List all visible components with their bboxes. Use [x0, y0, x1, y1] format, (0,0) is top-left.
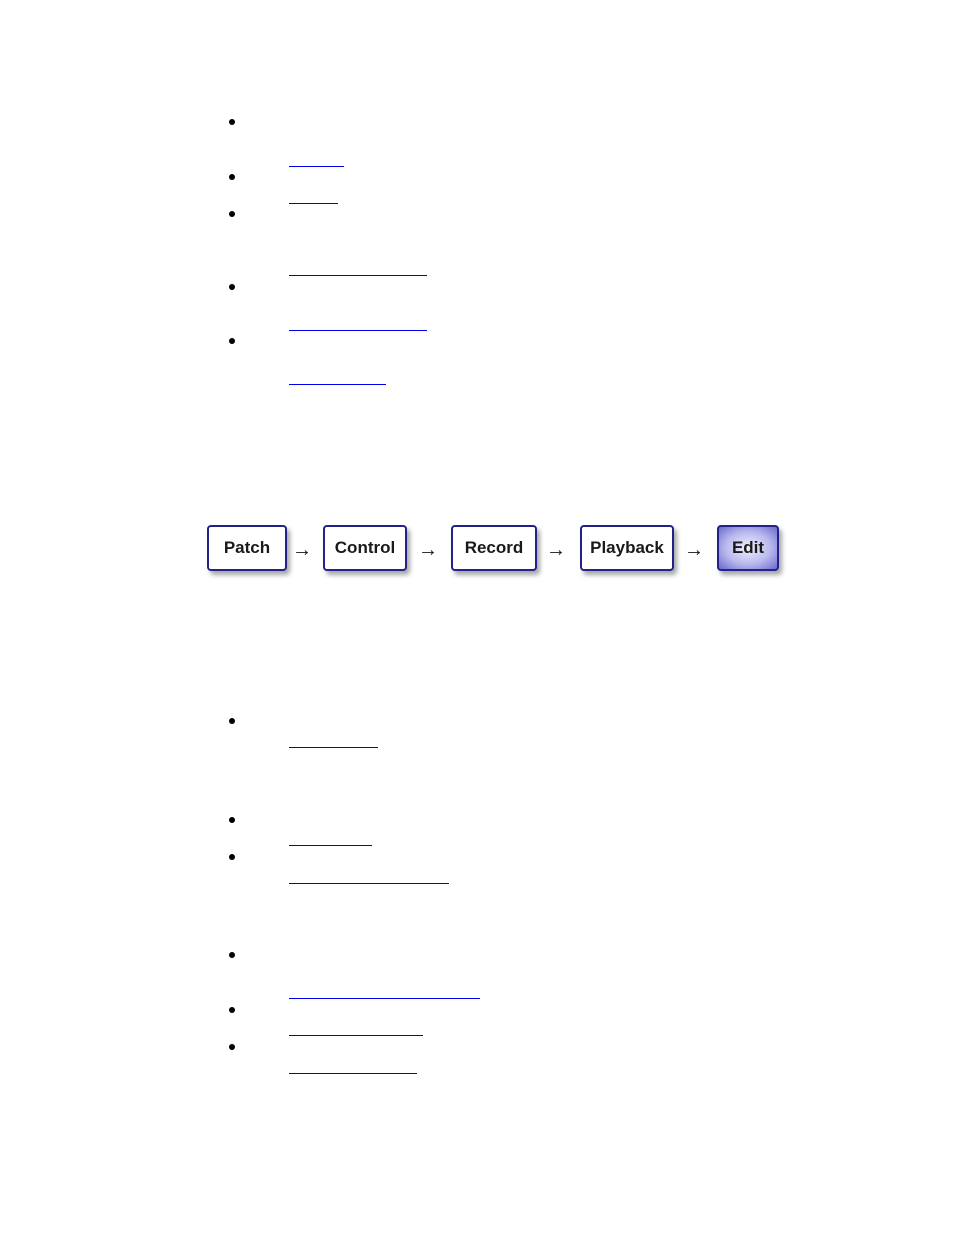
list-link[interactable]: link	[289, 869, 449, 884]
list-link[interactable]: link	[289, 261, 427, 276]
workflow-diagram: Patch → Control → Record → Playback → Ed…	[0, 0, 954, 1235]
step-playback[interactable]: Playback	[580, 525, 674, 571]
list-link[interactable]: link	[289, 1021, 423, 1036]
step-control[interactable]: Control	[323, 525, 407, 571]
bullet	[229, 1007, 235, 1013]
bullet	[229, 174, 235, 180]
arrow-right-icon: →	[292, 539, 312, 561]
list-link[interactable]: link	[289, 733, 378, 748]
bullet	[229, 718, 235, 724]
arrow-right-icon: →	[418, 539, 438, 561]
bullet	[229, 854, 235, 860]
arrow-right-icon: →	[684, 539, 704, 561]
list-link[interactable]: link	[289, 189, 338, 204]
bullet	[229, 119, 235, 125]
bullet	[229, 952, 235, 958]
list-link[interactable]: link	[289, 316, 427, 331]
bullet	[229, 284, 235, 290]
bullet	[229, 817, 235, 823]
step-record[interactable]: Record	[451, 525, 537, 571]
bullet	[229, 1044, 235, 1050]
list-link[interactable]: link	[289, 984, 480, 999]
list-link[interactable]: link	[289, 370, 386, 385]
arrow-right-icon: →	[546, 539, 566, 561]
step-patch[interactable]: Patch	[207, 525, 287, 571]
list-link[interactable]: link	[289, 1059, 417, 1074]
bullet	[229, 338, 235, 344]
list-link[interactable]: link	[289, 152, 344, 167]
step-edit[interactable]: Edit	[717, 525, 779, 571]
list-link[interactable]: link	[289, 831, 372, 846]
bullet	[229, 211, 235, 217]
